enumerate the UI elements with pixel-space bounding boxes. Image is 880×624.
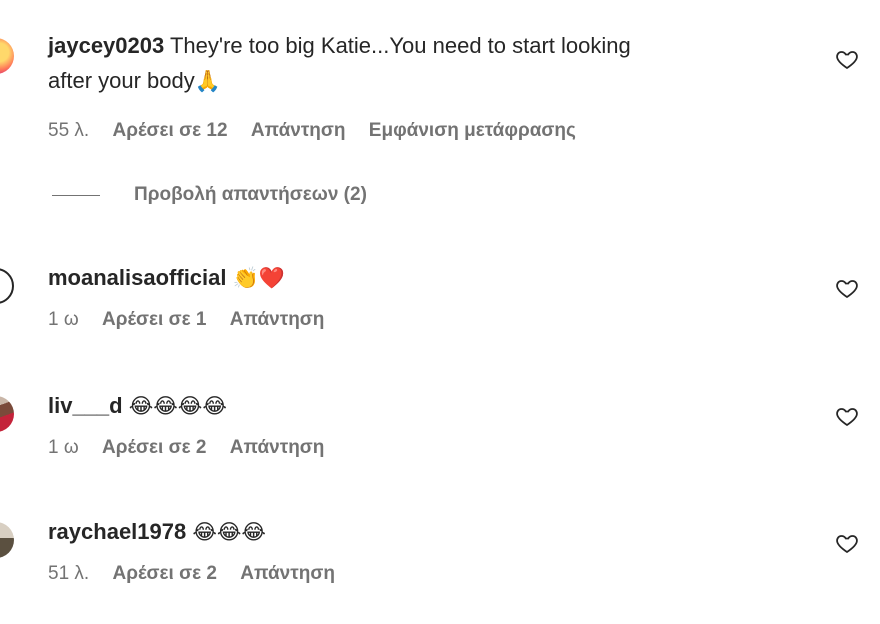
reply-button[interactable]: Απάντηση: [251, 120, 346, 141]
comment-text: liv___d 😂😂😂😂: [48, 388, 820, 424]
heart-outline-icon[interactable]: [834, 404, 860, 428]
avatar[interactable]: [0, 522, 14, 558]
reply-button[interactable]: Απάντηση: [230, 309, 325, 330]
comment-text: jaycey0203 They're too big Katie...You n…: [48, 28, 820, 99]
avatar[interactable]: [0, 396, 14, 432]
comment-username[interactable]: moanalisaofficial: [48, 265, 227, 290]
comment-text: raychael1978 😂😂😂: [48, 514, 820, 550]
reply-button[interactable]: Απάντηση: [240, 563, 335, 584]
comment-text: moanalisaofficial 👏❤️: [48, 260, 820, 296]
view-replies-button[interactable]: Προβολή απαντήσεων (2): [52, 184, 367, 206]
comment-time[interactable]: 51 λ.: [48, 563, 89, 584]
comment-time[interactable]: 55 λ.: [48, 120, 89, 141]
comment-likes[interactable]: Αρέσει σε 1: [102, 309, 206, 330]
comment-likes[interactable]: Αρέσει σε 2: [102, 437, 206, 458]
comment-likes[interactable]: Αρέσει σε 2: [112, 563, 216, 584]
comment-meta: 55 λ. Αρέσει σε 12 Απάντηση Εμφάνιση μετ…: [48, 119, 820, 143]
comment-meta: 1 ω Αρέσει σε 1 Απάντηση: [48, 308, 820, 332]
comment-time[interactable]: 1 ω: [48, 309, 79, 330]
divider: [52, 194, 100, 196]
comment-username[interactable]: raychael1978: [48, 519, 186, 544]
comment-username[interactable]: jaycey0203: [48, 33, 164, 58]
comment-meta: 1 ω Αρέσει σε 2 Απάντηση: [48, 436, 820, 460]
comment-likes[interactable]: Αρέσει σε 12: [112, 120, 227, 141]
comment-body: They're too big Katie...You need to star…: [169, 33, 631, 58]
heart-outline-icon[interactable]: [834, 276, 860, 300]
comment-username[interactable]: liv___d: [48, 393, 123, 418]
comment-time[interactable]: 1 ω: [48, 437, 79, 458]
show-translation-button[interactable]: Εμφάνιση μετάφρασης: [369, 120, 576, 141]
comment-body-cont: after your body: [48, 68, 195, 93]
comment-emoji: 👏❤️: [232, 266, 285, 290]
comment-emoji: 😂😂😂😂: [128, 394, 227, 418]
avatar[interactable]: [0, 268, 14, 304]
heart-outline-icon[interactable]: [834, 531, 860, 555]
heart-outline-icon[interactable]: [834, 47, 860, 71]
comment-emoji: 🙏: [194, 69, 221, 93]
comment-emoji: 😂😂😂: [192, 520, 266, 544]
avatar[interactable]: [0, 38, 14, 74]
reply-button[interactable]: Απάντηση: [230, 437, 325, 458]
view-replies-label: Προβολή απαντήσεων (2): [134, 184, 367, 205]
comment-meta: 51 λ. Αρέσει σε 2 Απάντηση: [48, 562, 820, 586]
